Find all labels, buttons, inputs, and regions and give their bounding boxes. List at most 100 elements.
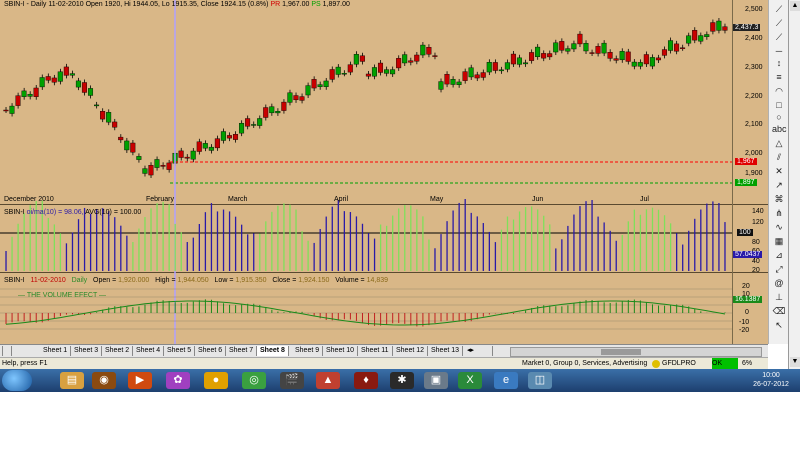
price-tick: 2,400 [745,35,763,42]
arrow-tool-icon[interactable]: ↗ [772,180,786,191]
candle-body [359,55,365,62]
candle-body [305,85,311,96]
media-player-icon[interactable]: ▶ [128,372,152,389]
candle-body [462,71,468,81]
ruler-tool-icon[interactable]: ⊥ [772,292,786,303]
fib-tool-icon[interactable]: ≡ [772,72,786,83]
candle-body [553,42,559,53]
speed-tool-icon[interactable]: ⤢ [772,264,786,275]
osc-panel-title: SBIN-I oi/ma(10) = 98.06, AVG(10) = 100.… [4,209,141,216]
sheet-tab[interactable]: Sheet 6 [195,346,227,356]
candle-body [468,67,474,78]
candle-body [522,62,529,65]
channel-tool-icon[interactable]: ⫽ [772,152,786,163]
horizontal-scrollbar[interactable] [510,347,762,357]
candle-body [341,73,347,75]
gann-tool-icon[interactable]: ⌘ [772,194,786,205]
segment-tool-icon[interactable]: ⟋ [772,32,786,43]
grid-tool-icon[interactable]: ▦ [772,236,786,247]
trendline-tool-icon[interactable]: ⟋ [772,4,786,15]
browser-icon[interactable]: ● [204,372,228,389]
price-tick: 2,200 [745,93,763,100]
pr-value: 1,967.00 [282,1,310,8]
ray-tool-icon[interactable]: ⟋ [772,18,786,29]
candle-body [15,95,21,106]
ellipse-tool-icon[interactable]: ○ [772,112,786,123]
spider-icon[interactable]: ✱ [390,372,414,389]
candle-body [154,159,160,168]
vol-tick: -10 [739,319,750,326]
sheet-scroll-icon[interactable]: ◂▸ [464,346,493,356]
window-icon[interactable]: ◫ [528,372,552,389]
candle-body [474,74,480,79]
candle-body [335,66,341,75]
candle-body [571,43,577,50]
scroll-up-icon[interactable]: ▲ [790,1,800,11]
text-tool-icon[interactable]: abc [772,124,787,135]
sheet-tab[interactable]: Sheet 9 [292,346,324,356]
sheet-tab[interactable]: Sheet 7 [226,346,258,356]
osc-symbol: SBIN-I [4,209,25,216]
vline-tool-icon[interactable]: ↕ [772,58,786,69]
messenger-icon[interactable]: ✿ [166,372,190,389]
sheet-nav-icon[interactable] [2,346,12,356]
explorer-icon[interactable]: ▤ [60,372,84,389]
chart-canvas[interactable] [0,0,768,344]
app-icon[interactable]: ◉ [92,372,116,389]
start-button[interactable] [2,370,32,391]
sheet-tab[interactable]: Sheet 10 [323,346,359,356]
sheet-tab[interactable]: Sheet 1 [40,346,72,356]
candle-body [75,80,81,88]
candle-body [106,112,112,123]
sheet-tab[interactable]: Sheet 13 [428,346,464,356]
candle-body [486,62,492,73]
sheet-tab[interactable]: Sheet 12 [393,346,429,356]
amibroker-icon[interactable]: ▲ [316,372,340,389]
sheet-tab[interactable]: Sheet 5 [164,346,196,356]
candle-body [118,136,124,141]
candle-body [311,79,317,89]
ie-icon[interactable]: e [494,372,518,389]
vol-close-label: Close = [272,277,297,284]
cross-tool-icon[interactable]: ✕ [772,166,786,177]
chrome-icon[interactable]: ◎ [242,372,266,389]
sheet-tab[interactable]: Sheet 11 [358,346,393,356]
volume-legend-text: THE VOLUME EFECT [26,292,98,299]
arc-tool-icon[interactable]: ◠ [772,86,786,97]
scroll-thumb[interactable] [601,349,641,355]
candle-body [190,150,196,160]
rectangle-tool-icon[interactable]: □ [772,100,786,111]
candle-body [480,72,486,78]
spiral-tool-icon[interactable]: @ [772,278,786,289]
pointer-tool-icon[interactable]: ↖ [772,320,786,331]
candle-body [317,84,323,87]
candle-body [281,101,287,111]
game-icon[interactable]: ♦ [354,372,378,389]
candle-body [251,124,257,126]
sheet-tab[interactable]: Sheet 3 [71,346,103,356]
sheet-tab-active[interactable]: Sheet 8 [257,346,289,356]
candle-body [625,51,631,62]
excel-icon[interactable]: X [458,372,482,389]
month-label: Jul [640,196,649,203]
vol-open-value: 1,920.000 [118,277,150,284]
candle-body [680,47,686,49]
triangle-tool-icon[interactable]: △ [772,138,786,149]
vertical-scrollbar[interactable]: ▲ ▼ [788,0,800,369]
erase-tool-icon[interactable]: ⌫ [772,306,786,317]
hline-tool-icon[interactable]: ─ [772,46,786,57]
sheet-tab[interactable]: Sheet 4 [133,346,165,356]
status-ok-badge: OK [712,358,738,369]
monitor-icon[interactable]: ▣ [424,372,448,389]
video-editor-icon[interactable]: 🎬 [280,372,304,389]
fan-tool-icon[interactable]: ⊿ [772,250,786,261]
system-clock[interactable]: 10:00 26-07-2012 [746,371,796,389]
drawing-toolbar: ⟋ ⟋ ⟋ ─ ↕ ≡ ◠ □ ○ abc △ ⫽ ✕ ↗ ⌘ ⋔ ∿ ▦ ⊿ … [768,0,789,344]
date-axis-bg [0,194,768,204]
scroll-down-icon[interactable]: ▼ [790,357,800,367]
candle-body [692,30,698,41]
sheet-tab[interactable]: Sheet 2 [102,346,134,356]
candle-body [166,162,172,170]
pitchfork-tool-icon[interactable]: ⋔ [772,208,786,219]
cycle-tool-icon[interactable]: ∿ [772,222,786,233]
